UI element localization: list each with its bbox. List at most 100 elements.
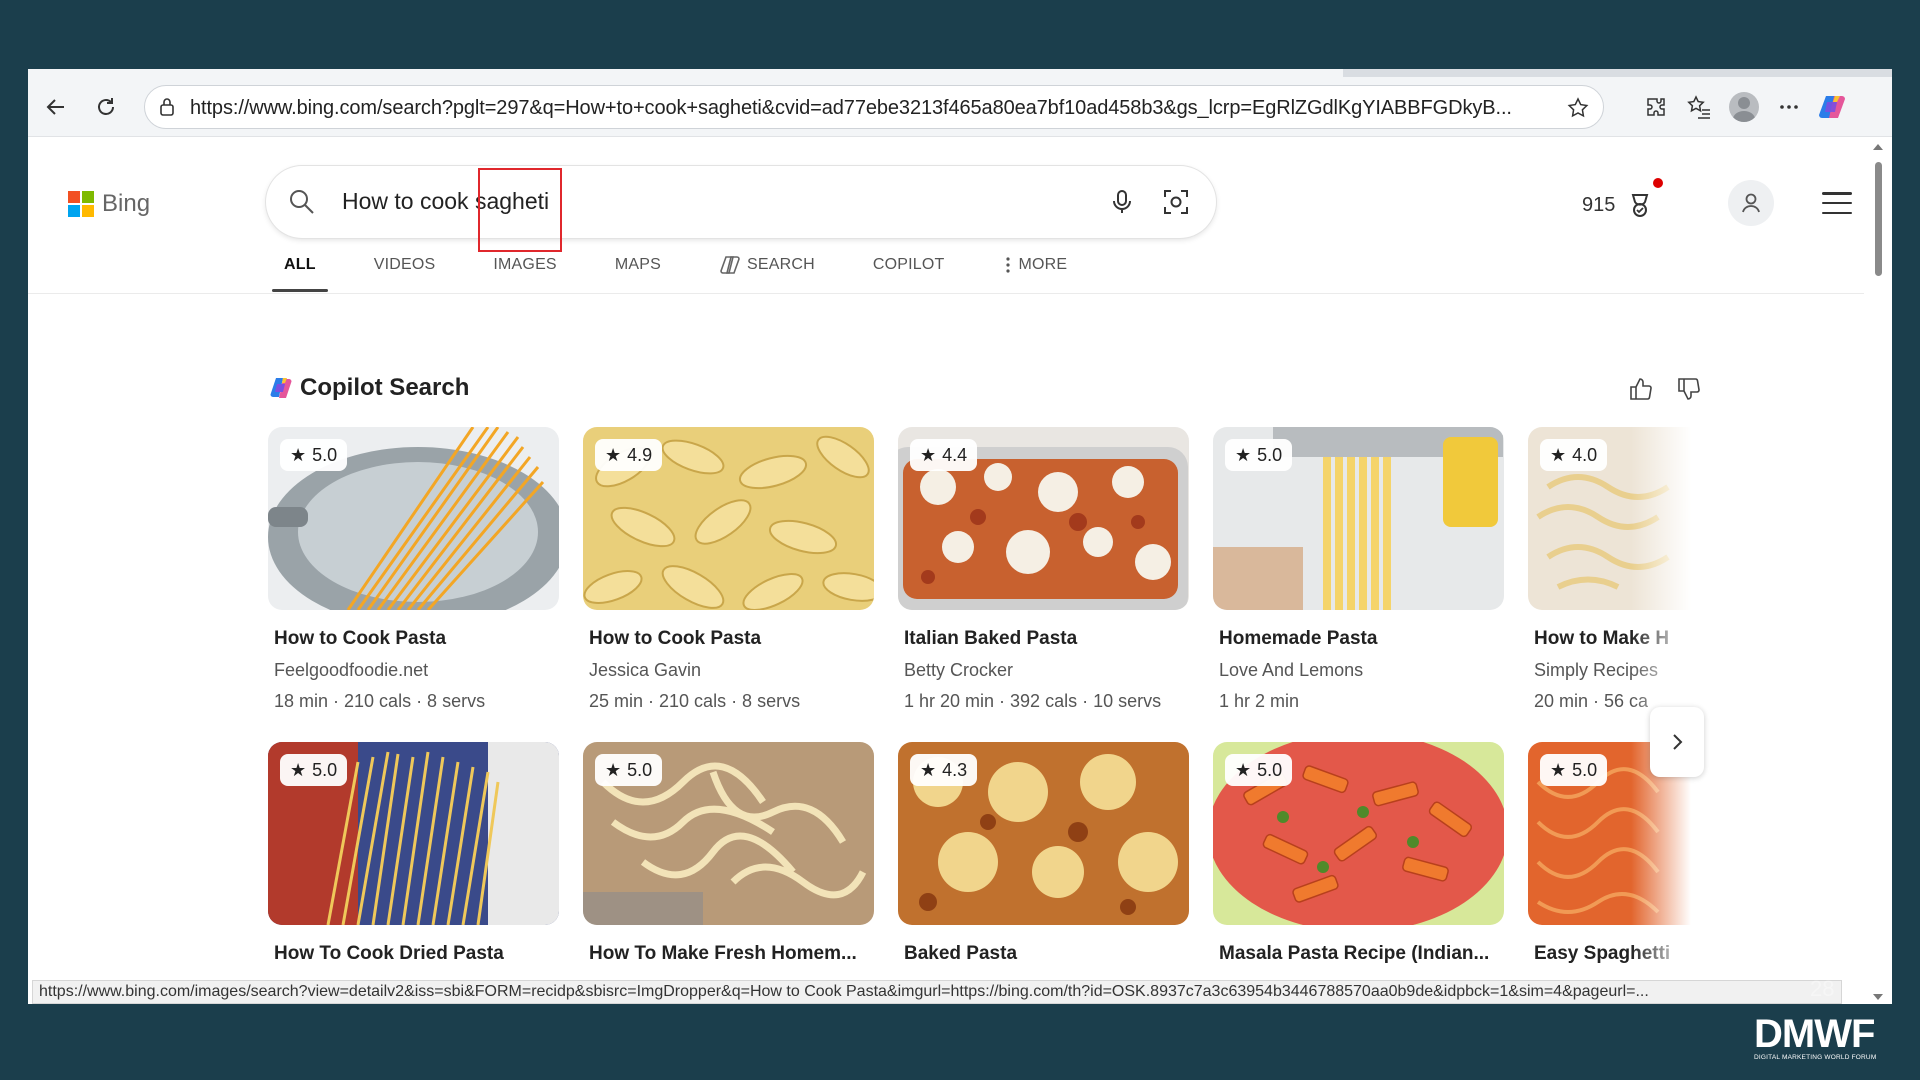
tab-more[interactable]: MORE — [1003, 238, 1068, 292]
recipe-card[interactable]: ★ 5.0 How To Make Fresh Homem... — [583, 742, 874, 965]
recipe-card[interactable]: ★ 4.9 How to Cook Pasta Jessica Gavin 25 … — [583, 427, 874, 712]
tab-maps[interactable]: MAPS — [615, 238, 661, 292]
visual-search-icon[interactable] — [1160, 186, 1192, 218]
recipe-image-pasta-machine[interactable]: ★ 5.0 — [1213, 427, 1504, 610]
recipe-source: Love And Lemons — [1219, 660, 1364, 680]
extensions-button[interactable] — [1640, 91, 1672, 123]
dmwf-logo: DMWF DIGITAL MARKETING WORLD FORUM — [1754, 1014, 1890, 1061]
search-box[interactable]: How to cook sagheti — [266, 166, 1216, 238]
recipe-card[interactable]: ★ 5.0 Homemade Pasta Love And Lemons 1 hr… — [1213, 427, 1504, 712]
favorites-list-icon — [1687, 95, 1710, 119]
recipe-title[interactable]: How To Cook Dried Pasta — [274, 943, 559, 965]
recipe-title[interactable]: Masala Pasta Recipe (Indian... — [1219, 943, 1504, 965]
reward-points: 915 — [1582, 193, 1616, 216]
copilot-search-title: Copilot Search — [300, 374, 470, 401]
tab-search[interactable]: SEARCH — [719, 238, 815, 292]
tab-copilot-label: COPILOT — [872, 256, 945, 273]
star-icon: ★ — [1235, 444, 1252, 465]
recipe-image-fresh-noodles[interactable]: ★ 5.0 — [583, 742, 874, 925]
bing-logo[interactable]: Bing — [68, 190, 150, 218]
dmwf-logo-text: DMWF — [1754, 1012, 1875, 1056]
thumbs-up-icon[interactable] — [1626, 374, 1656, 404]
rating-value: 4.9 — [627, 444, 653, 465]
recipe-title[interactable]: Baked Pasta — [904, 943, 1189, 965]
back-arrow-icon — [46, 99, 64, 115]
recipe-image-baked-dish[interactable]: ★ 4.4 — [898, 427, 1189, 610]
copilot-search-icon — [720, 256, 740, 274]
header-divider — [28, 293, 1864, 294]
tab-videos[interactable]: VIDEOS — [374, 238, 436, 292]
search-icon[interactable] — [286, 186, 318, 218]
microphone-icon[interactable] — [1106, 186, 1138, 218]
star-icon: ★ — [920, 444, 937, 465]
rating-value: 5.0 — [1572, 759, 1598, 780]
scroll-thumb[interactable] — [1875, 162, 1882, 276]
recipe-image-spaghetti-pot[interactable]: ★ 5.0 — [268, 427, 559, 610]
tab-strip — [28, 69, 1892, 77]
star-icon: ★ — [290, 759, 307, 780]
recipe-image-fusilli[interactable]: ★ 4.9 — [583, 427, 874, 610]
recipe-image-dry-spaghetti[interactable]: ★ 5.0 — [268, 742, 559, 925]
recipe-image-cheesy-bake[interactable]: ★ 4.3 — [898, 742, 1189, 925]
rewards-button[interactable]: 915 — [1582, 178, 1664, 220]
hamburger-menu-icon[interactable] — [1822, 188, 1852, 218]
link-status-bar: https://www.bing.com/images/search?view=… — [32, 980, 1842, 1004]
active-tab[interactable] — [28, 69, 1343, 77]
star-icon: ★ — [1235, 759, 1252, 780]
tab-maps-label: MAPS — [614, 256, 661, 273]
rating-badge: ★ 4.4 — [910, 439, 978, 471]
recipe-title[interactable]: How To Make Fresh Homem... — [589, 943, 874, 965]
recipe-title[interactable]: How to Cook Pasta — [589, 628, 874, 650]
tab-all-label: ALL — [284, 256, 316, 273]
tab-images[interactable]: IMAGES — [493, 238, 556, 292]
recipe-card[interactable]: ★ 5.0 How To Cook Dried Pasta — [268, 742, 559, 965]
recipe-card[interactable]: ★ 4.3 Baked Pasta — [898, 742, 1189, 965]
recipe-title[interactable]: How to Cook Pasta — [274, 628, 559, 650]
url-text: https://www.bing.com/search?pglt=297&q=H… — [190, 97, 1512, 119]
rating-badge: ★ 5.0 — [280, 439, 348, 471]
recipe-title[interactable]: Italian Baked Pasta — [904, 628, 1189, 650]
browser-toolbar: https://www.bing.com/search?pglt=297&q=H… — [28, 77, 1892, 137]
recipe-card[interactable]: ★ 5.0 How to Cook Pasta Feelgoodfoodie.ne… — [268, 427, 559, 712]
recipe-card[interactable]: ★ 4.4 Italian Baked Pasta Betty Crocker 1… — [898, 427, 1189, 712]
scroll-down-icon[interactable] — [1873, 994, 1883, 1000]
rating-badge: ★ 4.3 — [910, 754, 978, 786]
star-icon: ★ — [605, 444, 622, 465]
vertical-ellipsis-icon — [1005, 257, 1010, 273]
browser-window: https://www.bing.com/search?pglt=297&q=H… — [28, 69, 1892, 1004]
refresh-button[interactable] — [90, 91, 122, 123]
rating-value: 5.0 — [312, 444, 338, 465]
rating-value: 5.0 — [627, 759, 653, 780]
page-scrollbar[interactable] — [1864, 138, 1892, 1004]
favorites-button[interactable] — [1683, 91, 1715, 123]
thumbs-down-icon[interactable] — [1674, 374, 1704, 404]
recipe-image-penne-masala[interactable]: ★ 5.0 — [1213, 742, 1504, 925]
refresh-icon — [98, 98, 114, 115]
ellipsis-icon — [1780, 105, 1798, 109]
chevron-right-icon — [1673, 734, 1683, 750]
address-bar[interactable]: https://www.bing.com/search?pglt=297&q=H… — [144, 85, 1604, 129]
favorite-star-icon[interactable] — [1565, 95, 1591, 121]
scroll-up-icon[interactable] — [1873, 144, 1883, 150]
lock-icon[interactable] — [155, 95, 179, 119]
tab-copilot[interactable]: COPILOT — [873, 238, 945, 292]
recipe-title[interactable]: Homemade Pasta — [1219, 628, 1504, 650]
back-button[interactable] — [40, 91, 72, 123]
star-icon: ★ — [1550, 759, 1567, 780]
more-options-button[interactable] — [1773, 91, 1805, 123]
recipe-meta: 25 min · 210 cals · 8 servs — [589, 691, 801, 711]
copilot-button[interactable] — [1816, 91, 1848, 123]
tab-images-label: IMAGES — [493, 256, 557, 273]
recipe-card[interactable]: ★ 5.0 Masala Pasta Recipe (Indian... — [1213, 742, 1504, 965]
microsoft-logo-icon — [68, 191, 94, 217]
dmwf-tagline: DIGITAL MARKETING WORLD FORUM — [1754, 1054, 1877, 1061]
recipe-meta: 1 hr 2 min — [1219, 691, 1300, 711]
rating-badge: ★ 5.0 — [1225, 754, 1293, 786]
account-button[interactable] — [1728, 180, 1774, 226]
recipe-source: Jessica Gavin — [589, 660, 702, 680]
carousel-next-button[interactable] — [1650, 707, 1704, 777]
slide-number: 28 — [1810, 976, 1835, 1001]
puzzle-icon — [1647, 98, 1665, 116]
profile-button[interactable] — [1728, 91, 1760, 123]
tab-all[interactable]: ALL — [272, 238, 328, 292]
